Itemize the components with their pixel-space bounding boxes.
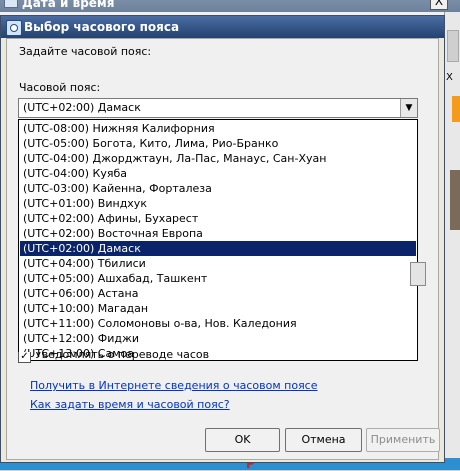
timezone-option[interactable]: (UTC+12:00) Фиджи [20,331,416,346]
timezone-select-value: (UTC+02:00) Дамаск [23,101,141,114]
timezone-select[interactable]: (UTC+02:00) Дамаск ▼ [18,98,418,118]
timezone-option[interactable]: (UTC+06:00) Астана [20,286,416,301]
ok-button[interactable]: OK [205,428,280,452]
timezone-option[interactable]: (UTC+01:00) Виндхук [20,196,416,211]
chevron-down-icon[interactable]: ▼ [400,99,417,117]
timezone-option[interactable]: (UTC+02:00) Восточная Европа [20,226,416,241]
background-close-button[interactable]: X [430,0,448,10]
timezone-dropdown-list[interactable]: (UTC-08:00) Нижняя Калифорния (UTC-05:00… [18,119,418,361]
dst-checkbox[interactable]: ✓ [18,352,31,363]
dst-checkbox-row[interactable]: ✓ Уведомлять о переводе часов [18,352,318,364]
apply-button[interactable]: Применить [366,428,440,452]
background-orange-banner [452,96,460,122]
timezone-option[interactable]: (UTC+11:00) Соломоновы о-ва, Нов. Каледо… [20,316,416,331]
background-window-title: Дата и время [22,0,115,10]
cancel-button[interactable]: Отмена [285,428,362,452]
partially-hidden-button[interactable] [410,262,426,286]
timezone-option[interactable]: (UTC-08:00) Нижняя Калифорния [20,121,416,136]
prompt-label: Задайте часовой пояс: [19,45,152,58]
dst-checkbox-label: Уведомлять о переводе часов [35,352,210,361]
background-tab-close-icon[interactable]: X [446,72,453,83]
how-to-set-time-link[interactable]: Как задать время и часовой пояс? [30,398,230,411]
timezone-label: Часовой пояс: [19,81,101,94]
background-photo [450,170,460,230]
clock-icon [6,20,22,36]
timezone-option[interactable]: (UTC+10:00) Магадан [20,301,416,316]
dialog-title: Выбор часового пояса [24,20,180,34]
timezone-option[interactable]: (UTC-05:00) Богота, Кито, Лима, Рио-Бран… [20,136,416,151]
timezone-option[interactable]: (UTC-03:00) Кайенна, Форталеза [20,181,416,196]
background-window-titlebar: Дата и время X [0,0,460,12]
online-timezone-info-link[interactable]: Получить в Интернете сведения о часовом … [30,379,318,392]
timezone-option[interactable]: (UTC-04:00) Куяба [20,166,416,181]
dialog-titlebar[interactable]: Выбор часового пояса [1,16,444,38]
timezone-option-selected[interactable]: (UTC+02:00) Дамаск [20,241,416,256]
background-scroll-thumb[interactable] [447,30,459,62]
timezone-option[interactable]: (UTC+02:00) Афины, Бухарест [20,211,416,226]
timezone-option[interactable]: (UTC+05:00) Ашхабад, Ташкент [20,271,416,286]
timezone-option[interactable]: (UTC+04:00) Тбилиси [20,256,416,271]
clock-icon [4,0,18,8]
timezone-option[interactable]: (UTC-04:00) Джорджтаун, Ла-Пас, Манаус, … [20,151,416,166]
